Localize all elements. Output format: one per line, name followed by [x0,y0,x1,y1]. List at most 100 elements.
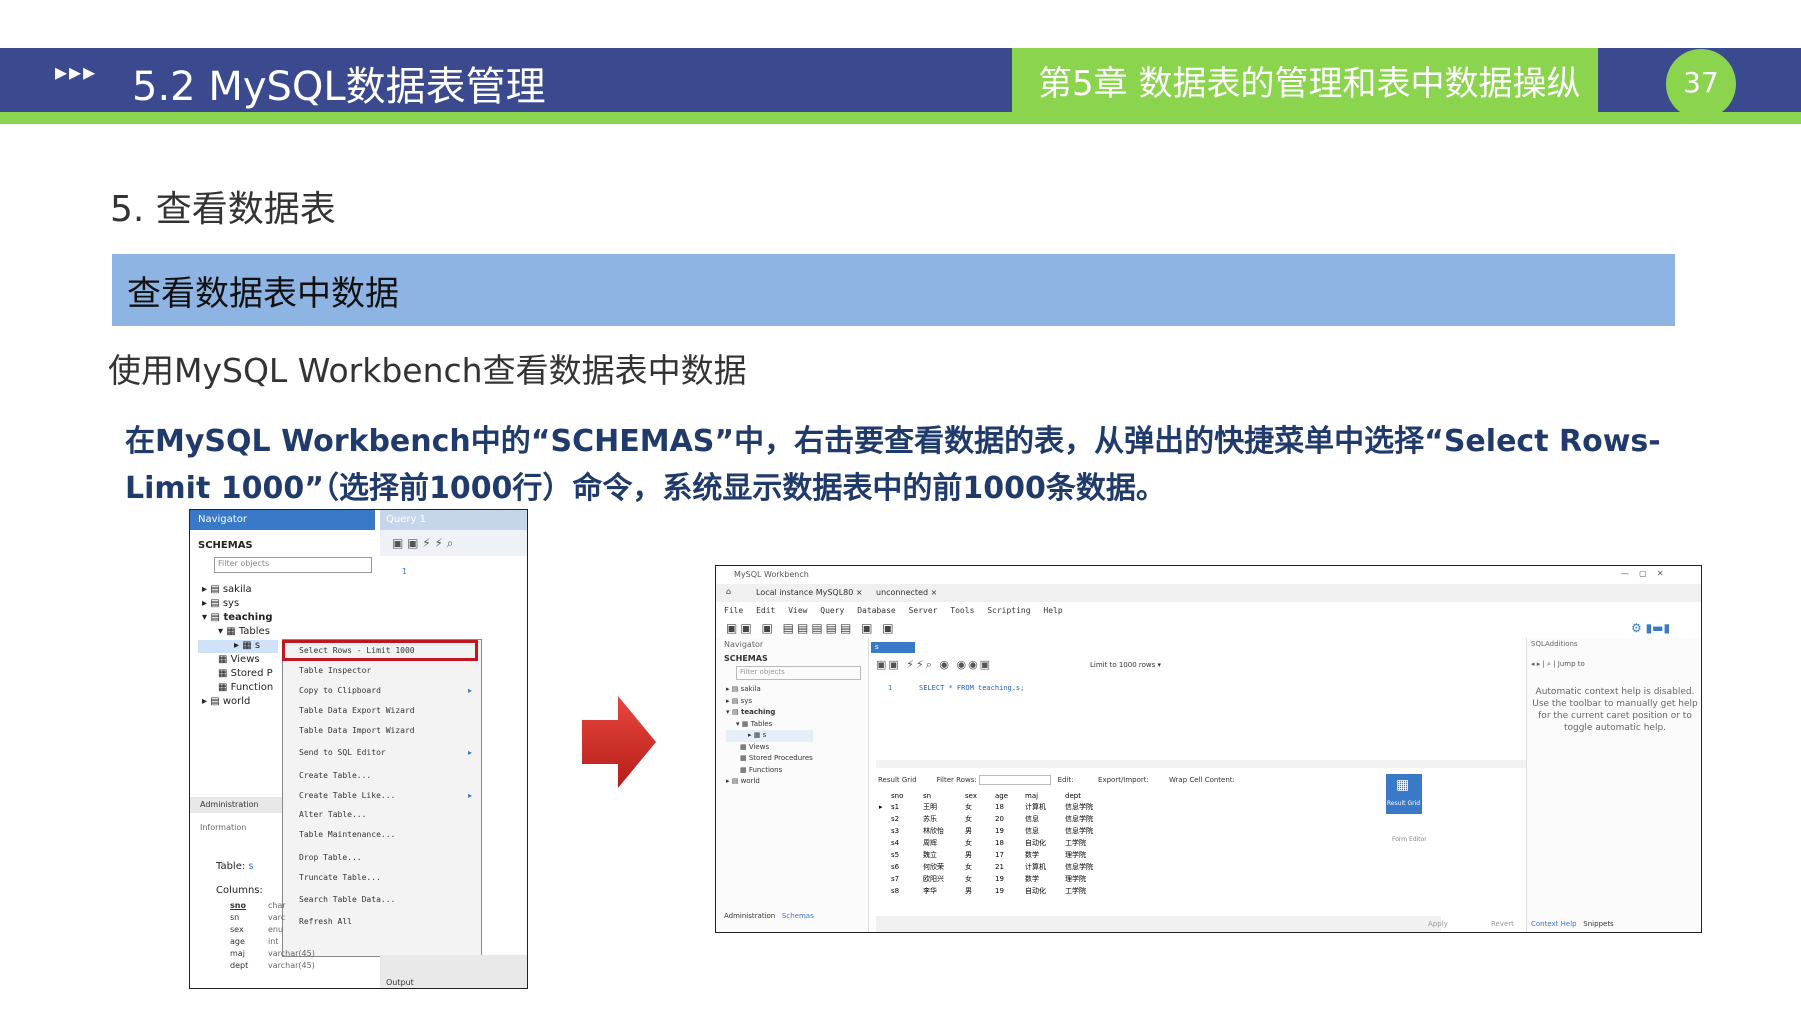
filter-input[interactable]: Filter objects [214,557,372,573]
tree-item-tables[interactable]: ▾ ▦ Tables [218,626,270,637]
tab-snippets[interactable]: Snippets [1583,920,1613,928]
table-row[interactable]: s2 苏乐女 20 信息 信息学院 [878,813,1110,825]
cell[interactable]: 何欣荣 [922,861,964,873]
cell[interactable]: 信息 [1024,825,1064,837]
tree-item-function[interactable]: ▦ Function [218,682,273,693]
column-header[interactable]: maj [1024,791,1064,801]
menu-item-copy-clipboard[interactable]: Copy to Clipboard [299,686,381,695]
tree-item-teaching[interactable]: ▾ ▤ teaching [726,707,813,719]
tab-unconnected[interactable]: unconnected × [876,588,937,597]
column-header[interactable]: sno [890,791,922,801]
cell[interactable]: 19 [994,825,1024,837]
tree-item-views[interactable]: ▦ Views [726,742,813,754]
table-row[interactable]: s8 李华男 19 自动化 工学院 [878,885,1110,897]
menu-item-create-table[interactable]: Create Table... [299,771,371,780]
apply-button[interactable]: Apply [1428,920,1448,928]
menu-file[interactable]: File [724,606,743,615]
tab-administration[interactable]: Administration [724,912,775,920]
table-row[interactable]: s6 何欣荣女 21 计算机 信息学院 [878,861,1110,873]
query-tab[interactable]: s [871,642,915,653]
menu-item-select-rows[interactable]: Select Rows - Limit 1000 [299,646,415,655]
window-controls-icon[interactable]: — ▢ ✕ [1621,569,1664,578]
cell[interactable]: 信息学院 [1064,825,1110,837]
cell[interactable]: 周辉 [922,837,964,849]
menu-scripting[interactable]: Scripting [987,606,1030,615]
cell[interactable]: 20 [994,813,1024,825]
column-header[interactable]: age [994,791,1024,801]
cell[interactable]: 自动化 [1024,837,1064,849]
tab-schemas[interactable]: Schemas [782,912,814,920]
cell[interactable]: 林欣怡 [922,825,964,837]
main-toolbar-icons[interactable]: ▣▣ ▣ ▤▤▤▤▤ ▣ ▣ [726,621,897,635]
cell[interactable]: 工学院 [1064,885,1110,897]
result-grid-toggle[interactable]: ▦ Result Grid [1386,774,1422,814]
tab-context-help[interactable]: Context Help [1531,920,1577,928]
cell[interactable]: 自动化 [1024,885,1064,897]
cell[interactable]: 18 [994,801,1024,813]
cell[interactable]: 19 [994,885,1024,897]
cell[interactable]: 19 [994,873,1024,885]
cell[interactable]: 信息 [1024,813,1064,825]
cell[interactable]: s6 [890,861,922,873]
menu-server[interactable]: Server [909,606,938,615]
cell[interactable]: 计算机 [1024,861,1064,873]
tree-item-s[interactable]: ▸ ▦ s [234,640,260,651]
table-row[interactable]: ▸ s1 王明女 18 计算机 信息学院 [878,801,1110,813]
filter-rows-input[interactable] [978,775,1051,785]
cell[interactable]: 17 [994,849,1024,861]
tree-item-s[interactable]: ▸ ▦ s [726,730,813,742]
query-toolbar-icons[interactable]: ▣▣ ⚡⚡⌕ ◉ ◉◉▣ [876,658,992,672]
tree-item-tables[interactable]: ▾ ▦ Tables [726,719,813,731]
filter-input[interactable]: Filter objects [736,666,861,680]
cell[interactable]: 理学院 [1064,849,1110,861]
menu-item-table-inspector[interactable]: Table Inspector [299,666,371,675]
cell[interactable]: 女 [964,873,994,885]
menu-tools[interactable]: Tools [950,606,974,615]
cell[interactable]: 女 [964,837,994,849]
jump-to[interactable]: ◂ ▸ | ⌕ | Jump to [1531,660,1585,669]
column-header[interactable]: sn [922,791,964,801]
table-row[interactable]: s7 欧阳兴女 19 数学 理学院 [878,873,1110,885]
cell[interactable]: 魏立 [922,849,964,861]
tab-local-instance[interactable]: Local instance MySQL80 × [756,588,863,597]
table-row[interactable]: s5 魏立男 17 数学 理学院 [878,849,1110,861]
table-row[interactable]: s3 林欣怡男 19 信息 信息学院 [878,825,1110,837]
cell[interactable]: s7 [890,873,922,885]
tree-item-world[interactable]: ▸ ▤ world [202,696,250,707]
column-header[interactable]: sex [964,791,994,801]
cell[interactable]: s4 [890,837,922,849]
menu-item-alter-table[interactable]: Alter Table... [299,810,366,819]
menu-item-maintenance[interactable]: Table Maintenance... [299,830,395,839]
cell[interactable]: 数学 [1024,849,1064,861]
tree-item-sakila[interactable]: ▸ ▤ sakila [726,684,813,696]
cell[interactable]: 计算机 [1024,801,1064,813]
cell[interactable]: 女 [964,801,994,813]
tree-item-sys[interactable]: ▸ ▤ sys [726,696,813,708]
menu-item-import-wizard[interactable]: Table Data Import Wizard [299,726,415,735]
cell[interactable]: 男 [964,825,994,837]
tree-item-functions[interactable]: ▦ Functions [726,765,813,777]
cell[interactable]: 21 [994,861,1024,873]
cell[interactable]: 信息学院 [1064,813,1110,825]
cell[interactable]: s3 [890,825,922,837]
menu-item-drop-table[interactable]: Drop Table... [299,853,362,862]
cell[interactable]: 信息学院 [1064,861,1110,873]
menu-item-send-sql[interactable]: Send to SQL Editor [299,748,386,757]
sql-text[interactable]: SELECT * FROM teaching.s; [919,684,1024,692]
form-editor-toggle[interactable]: Form Editor [1392,836,1427,843]
cell[interactable]: 王明 [922,801,964,813]
cell[interactable]: s2 [890,813,922,825]
revert-button[interactable]: Revert [1491,920,1514,928]
cell[interactable]: s1 [890,801,922,813]
cell[interactable]: s8 [890,885,922,897]
layout-toggle-icons[interactable]: ⚙ ▮▬▮ [1631,621,1670,635]
cell[interactable]: 女 [964,813,994,825]
column-header[interactable]: dept [1064,791,1110,801]
cell[interactable]: 女 [964,861,994,873]
table-row[interactable]: s4 周辉女 18 自动化 工学院 [878,837,1110,849]
tree-item-stored-procedures[interactable]: ▦ Stored Procedures [726,753,813,765]
cell[interactable]: 信息学院 [1064,801,1110,813]
cell[interactable]: 工学院 [1064,837,1110,849]
menu-item-create-table-like[interactable]: Create Table Like... [299,791,395,800]
cell[interactable]: 李华 [922,885,964,897]
